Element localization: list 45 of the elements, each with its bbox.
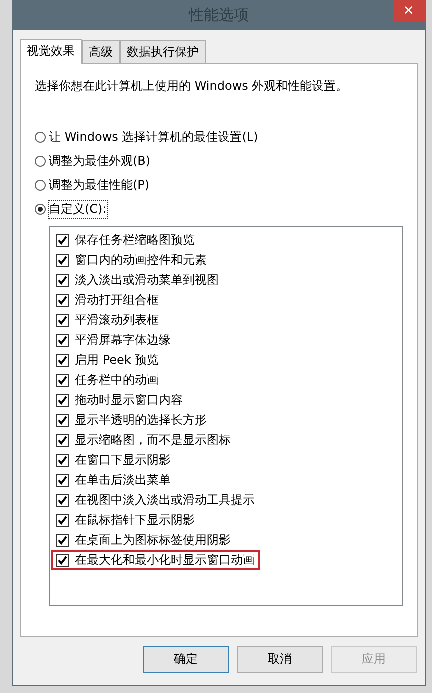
checkbox[interactable]	[56, 274, 69, 286]
checkbox-item[interactable]: 在单击后淡出菜单	[51, 470, 176, 490]
checkbox-item[interactable]: 平滑屏幕字体边缘	[51, 330, 176, 350]
radio-option[interactable]: 调整为最佳性能(P)	[35, 177, 417, 194]
checkbox-item[interactable]: 在桌面上为图标标签使用阴影	[51, 530, 236, 550]
checkbox-item[interactable]: 滑动打开组合框	[51, 290, 164, 310]
checkbox[interactable]	[56, 334, 69, 346]
checkbox[interactable]	[56, 434, 69, 446]
checkbox-item[interactable]: 在视图中淡入淡出或滑动工具提示	[51, 490, 260, 510]
checkbox[interactable]	[56, 314, 69, 326]
tab[interactable]: 高级	[82, 40, 120, 63]
checkbox-item[interactable]: 在窗口下显示阴影	[51, 450, 176, 470]
checkbox-item[interactable]: 窗口内的动画控件和元素	[51, 250, 212, 270]
radio-option[interactable]: 自定义(C):	[35, 201, 417, 218]
checkbox-item[interactable]: 任务栏中的动画	[51, 370, 164, 390]
radio-option[interactable]: 调整为最佳外观(B)	[35, 153, 417, 170]
checkbox[interactable]	[56, 494, 69, 506]
checkbox[interactable]	[56, 554, 69, 566]
checkbox[interactable]	[56, 454, 69, 466]
description-text: 选择你想在此计算机上使用的 Windows 外观和性能设置。	[35, 78, 350, 95]
checkbox-item[interactable]: 保存任务栏缩略图预览	[51, 230, 200, 250]
checkbox[interactable]	[56, 234, 69, 246]
checkbox[interactable]	[56, 374, 69, 386]
radio-option[interactable]: 让 Windows 选择计算机的最佳设置(L)	[35, 129, 417, 146]
checkbox-item[interactable]: 淡入淡出或滑动菜单到视图	[51, 270, 224, 290]
checkbox[interactable]	[56, 534, 69, 546]
checkbox-item[interactable]: 平滑滚动列表框	[51, 310, 164, 330]
checkbox-item[interactable]: 显示半透明的选择长方形	[51, 410, 212, 430]
checkbox-item[interactable]: 在最大化和最小化时显示窗口动画	[51, 550, 260, 570]
checkbox-item[interactable]: 显示缩略图，而不是显示图标	[51, 430, 236, 450]
checkbox-item[interactable]: 启用 Peek 预览	[51, 350, 164, 370]
checkbox-item[interactable]: 拖动时显示窗口内容	[51, 390, 188, 410]
checkbox[interactable]	[56, 394, 69, 406]
checkbox-item[interactable]: 在鼠标指针下显示阴影	[51, 510, 200, 530]
dialog-button[interactable]: 确定	[143, 646, 229, 673]
checkbox[interactable]	[56, 414, 69, 426]
tab[interactable]: 数据执行保护	[120, 40, 206, 63]
checkbox[interactable]	[56, 254, 69, 266]
checkbox[interactable]	[56, 354, 69, 366]
checkbox[interactable]	[56, 514, 69, 526]
dialog-button[interactable]: 取消	[237, 646, 323, 673]
close-button[interactable]: ✕	[393, 0, 425, 22]
checkbox[interactable]	[56, 474, 69, 486]
checkbox[interactable]	[56, 294, 69, 306]
tab[interactable]: 视觉效果	[20, 39, 82, 64]
